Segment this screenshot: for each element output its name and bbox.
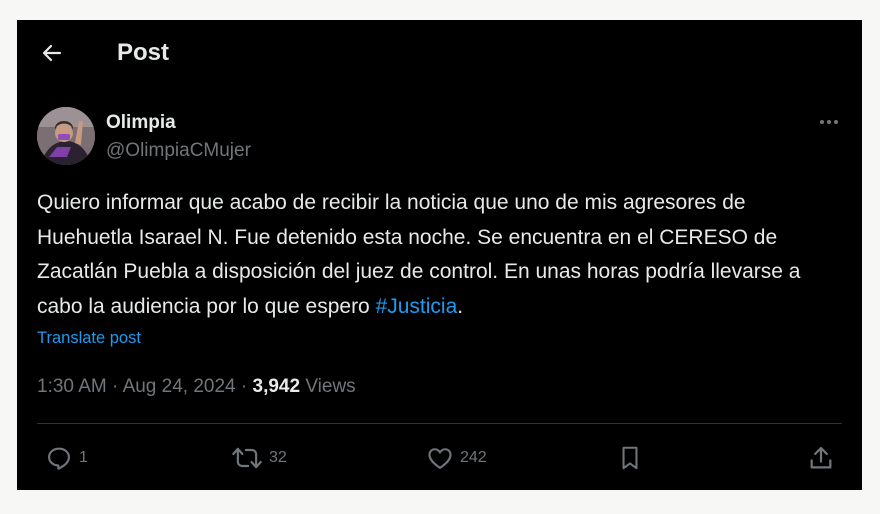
post-date[interactable]: Aug 24, 2024: [123, 376, 236, 397]
more-dot-icon: [820, 120, 824, 124]
views-count: 3,942: [252, 376, 301, 397]
more-options-button[interactable]: [815, 112, 843, 132]
post-frame: Post Olimpia @OlimpiaCMujer Quiero infor…: [17, 20, 862, 490]
bookmark-icon: [622, 446, 638, 470]
repost-button[interactable]: 32: [231, 443, 287, 473]
back-button[interactable]: [37, 38, 67, 68]
post-meta: 1:30 AM · Aug 24, 2024 · 3,942 Views: [37, 375, 356, 399]
post-text: Quiero informar que acabo de recibir la …: [37, 186, 842, 324]
share-button[interactable]: [807, 443, 835, 473]
heart-icon: [428, 448, 452, 469]
post-time[interactable]: 1:30 AM: [37, 376, 107, 397]
repost-icon: [232, 447, 262, 469]
reply-count: 1: [79, 449, 88, 466]
more-dot-icon: [827, 120, 831, 124]
reply-button[interactable]: 1: [45, 443, 88, 473]
views-label: Views: [305, 376, 356, 397]
reply-icon: [48, 447, 70, 470]
profile-photo: [37, 107, 95, 165]
meta-separator: ·: [240, 376, 248, 397]
author-name[interactable]: Olimpia: [106, 112, 176, 134]
like-count: 242: [460, 449, 487, 466]
author-handle[interactable]: @OlimpiaCMujer: [106, 140, 251, 162]
post-text-end: .: [457, 294, 464, 318]
avatar[interactable]: [37, 107, 95, 165]
meta-separator: ·: [112, 376, 119, 397]
page-title: Post: [117, 39, 170, 66]
share-icon: [810, 446, 832, 469]
bookmark-button[interactable]: [617, 443, 643, 473]
arrow-left-icon: [42, 44, 62, 62]
translate-post-link[interactable]: Translate post: [37, 327, 141, 349]
divider: [37, 423, 842, 424]
repost-count: 32: [269, 449, 287, 466]
hashtag-link[interactable]: #Justicia: [376, 295, 458, 318]
like-button[interactable]: 242: [426, 443, 487, 473]
more-dot-icon: [834, 120, 838, 124]
top-bar: Post: [17, 20, 862, 86]
